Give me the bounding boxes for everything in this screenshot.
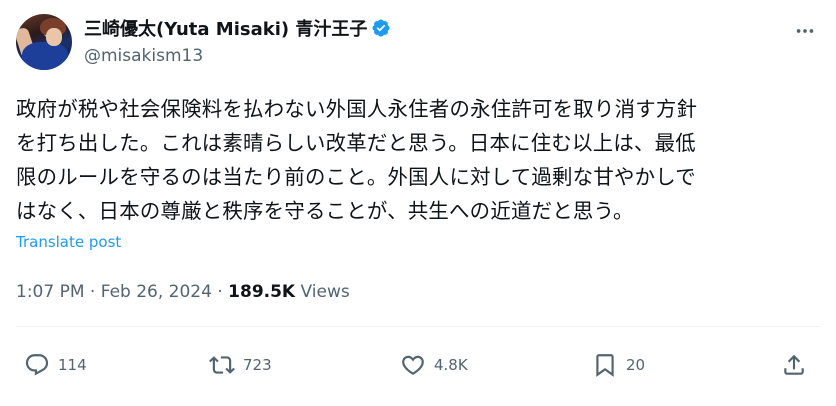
reply-button[interactable]: 114: [24, 350, 87, 380]
author-handle[interactable]: @misakism13: [84, 46, 203, 66]
meta-separator: ·: [89, 282, 96, 302]
views-label: Views: [300, 282, 350, 302]
repost-button[interactable]: 723: [209, 350, 272, 380]
author-display-name[interactable]: 三崎優太(Yuta Misaki) 青汁王子: [84, 15, 367, 41]
bookmark-button[interactable]: 20: [592, 350, 645, 380]
avatar-face: [46, 28, 62, 46]
repost-icon: [209, 356, 235, 374]
share-icon: [784, 354, 804, 375]
like-button[interactable]: 4.8K: [400, 350, 468, 380]
share-button[interactable]: [781, 350, 807, 380]
like-count: 4.8K: [434, 356, 468, 374]
post-date[interactable]: Feb 26, 2024: [101, 282, 212, 302]
more-button[interactable]: [788, 14, 822, 48]
reply-icon: [25, 354, 49, 376]
bookmark-icon: [596, 354, 614, 377]
repost-count: 723: [243, 356, 272, 374]
author-name-row[interactable]: 三崎優太(Yuta Misaki) 青汁王子: [84, 15, 391, 41]
meta-separator: ·: [217, 282, 223, 302]
post-text-line: はなく、日本の尊厳と秩序を守ることが、共生への近道だと思う。: [16, 199, 634, 223]
post-meta: 1:07 PM · Feb 26, 2024 · 189.5K Views: [16, 282, 350, 302]
divider: [16, 326, 820, 327]
post-time[interactable]: 1:07 PM: [16, 282, 85, 302]
post-text-line: 政府が税や社会保険料を払わない外国人永住者の永住許可を取り消す方針: [16, 97, 698, 121]
views-count: 189.5K: [228, 282, 296, 302]
translate-post-link[interactable]: Translate post: [16, 233, 121, 251]
post-text: 政府が税や社会保険料を払わない外国人永住者の永住許可を取り消す方針 を打ち出した…: [16, 92, 828, 228]
like-icon: [402, 355, 424, 375]
more-icon: [796, 29, 814, 33]
post-text-line: を打ち出した。これは素晴らしい改革だと思う。日本に住む以上は、最低: [16, 131, 696, 155]
verified-badge-icon: [372, 19, 390, 37]
avatar-coat: [22, 42, 68, 70]
avatar[interactable]: [16, 14, 72, 70]
reply-count: 114: [58, 356, 87, 374]
bookmark-count: 20: [626, 356, 646, 374]
post-text-line: 限のルールを守るのは当たり前のこと。外国人に対して過剰な甘やかしで: [16, 165, 696, 189]
